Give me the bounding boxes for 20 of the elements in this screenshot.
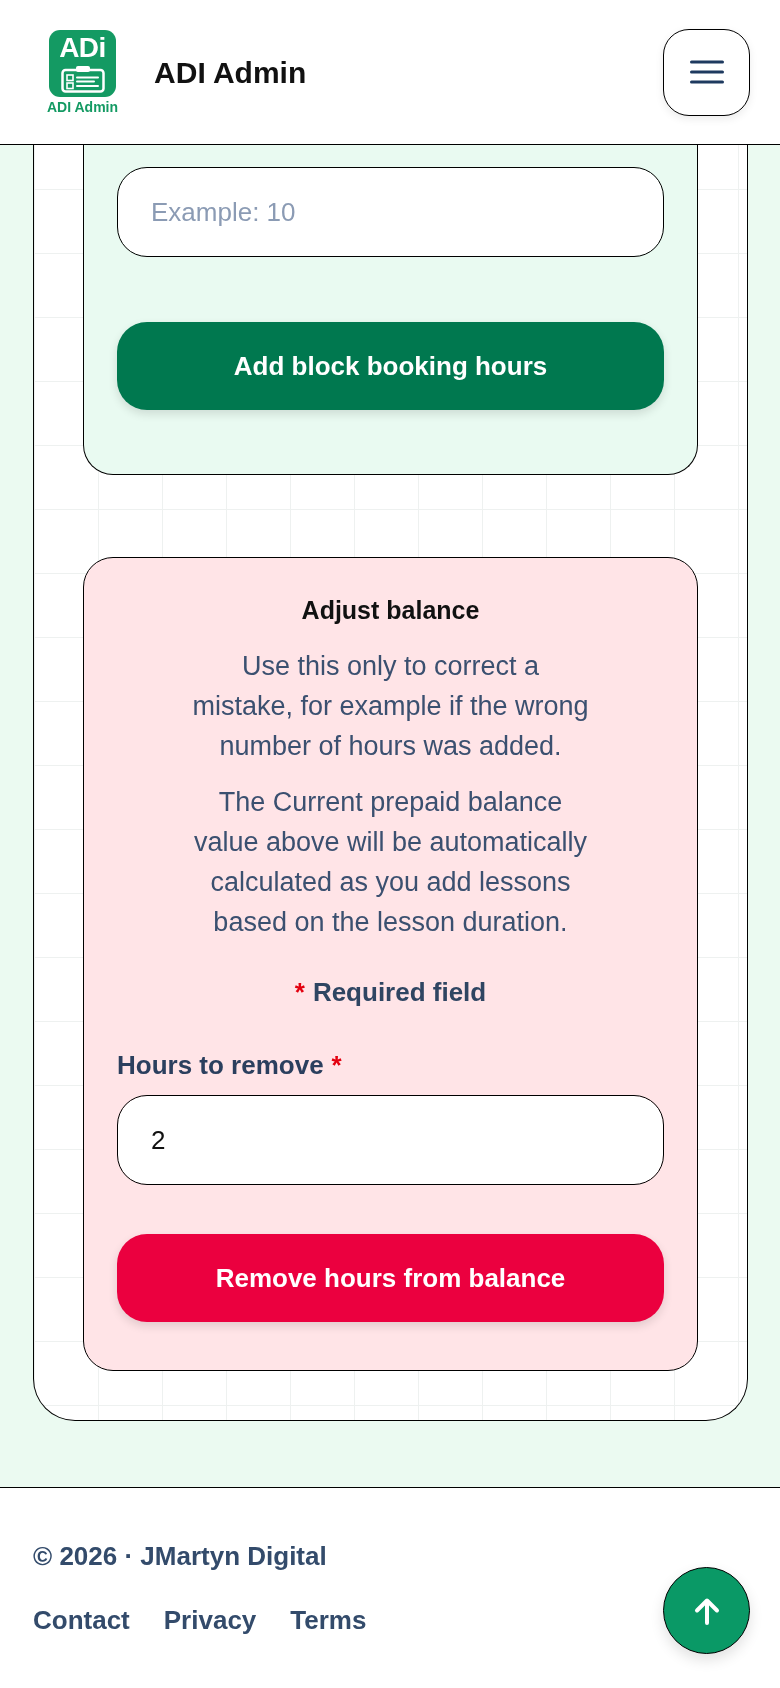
help-paragraph: Use this only to correct a mistake, for example if the wrong number of hours was added. bbox=[191, 650, 590, 763]
arrow-up-icon bbox=[693, 1596, 720, 1625]
logo-caption: ADI Admin bbox=[47, 98, 119, 115]
field-label: Hours to remove * bbox=[117, 1049, 343, 1082]
menu-icon bbox=[689, 60, 724, 84]
footer-link[interactable]: Terms bbox=[290, 1602, 367, 1638]
hours-input-field[interactable]: Example: 10 bbox=[117, 167, 664, 257]
footer-link[interactable]: Privacy bbox=[163, 1602, 257, 1638]
logo-text: ADi bbox=[59, 32, 106, 62]
menu-button[interactable] bbox=[663, 28, 750, 116]
card-title: Adjust balance bbox=[300, 595, 481, 626]
footer-link[interactable]: Contact bbox=[33, 1602, 130, 1638]
copyright-text: © 2026 · JMartyn Digital bbox=[33, 1540, 328, 1573]
add-hours-button[interactable]: Add block booking hours bbox=[117, 322, 664, 410]
help-paragraph: The Current prepaid balance value above will be automatically calculated as you add lessons based on the lesson duration. bbox=[192, 786, 589, 939]
required-field-note: * Required field bbox=[293, 976, 488, 1009]
clipboard-icon bbox=[60, 65, 105, 93]
app-title: ADI Admin bbox=[154, 54, 307, 91]
remove-hours-button[interactable]: Remove hours from balance bbox=[117, 1234, 664, 1322]
hours-input-field[interactable]: 2 bbox=[117, 1095, 664, 1185]
